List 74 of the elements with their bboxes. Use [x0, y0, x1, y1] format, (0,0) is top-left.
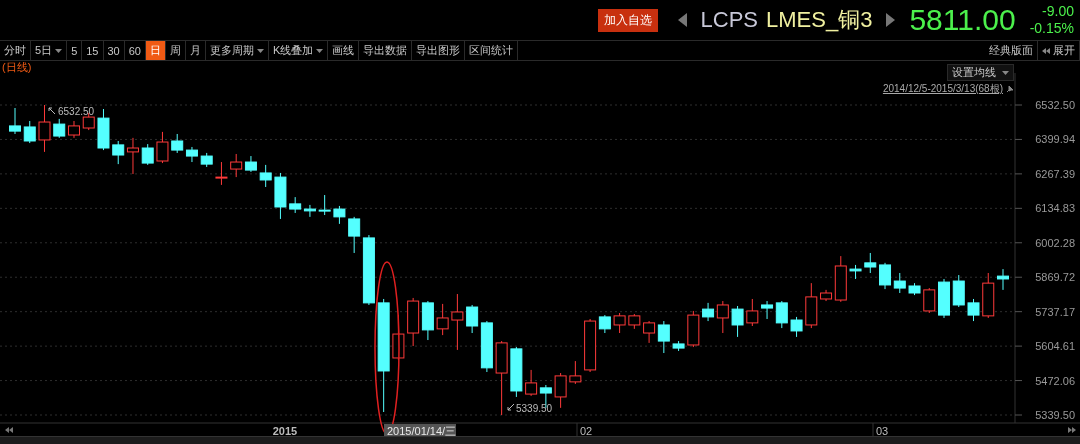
candlestick: [923, 287, 936, 314]
scroll-left-icon[interactable]: [5, 427, 13, 433]
candlestick: [997, 268, 1009, 291]
moving-average-button[interactable]: 设置均线: [947, 64, 1014, 81]
candlestick: [716, 300, 729, 334]
candlestick: [259, 164, 272, 188]
candlestick: [569, 360, 582, 385]
candlestick: [436, 303, 449, 336]
axis-label: 6002.28: [1035, 236, 1075, 249]
candlestick: [9, 107, 21, 135]
candlestick: [318, 194, 331, 216]
candlestick: [215, 161, 228, 186]
axis-label: 5339.50: [1035, 409, 1075, 421]
period-label: (日线): [1, 61, 32, 73]
candlestick: [348, 216, 361, 254]
low-price-marker: 5339.50: [516, 403, 553, 414]
double-arrow-icon: [1042, 47, 1050, 54]
candlestick: [230, 153, 243, 178]
candlestick: [23, 120, 36, 144]
candlestick: [702, 302, 715, 322]
candlestick: [525, 369, 538, 397]
candlestick: [864, 252, 877, 274]
arrow-icon: [48, 107, 56, 115]
candlestick: [451, 293, 464, 351]
candlestick: [893, 272, 906, 294]
add-to-watchlist-button[interactable]: 加入自选: [597, 8, 658, 32]
symbol-name: LMES_铜3: [766, 6, 873, 34]
candlestick: [112, 140, 125, 165]
candlestick: [746, 298, 759, 327]
axis-label: 5472.06: [1035, 374, 1075, 387]
price-change: -9.00: [1042, 3, 1074, 20]
symbol-code: LCPS: [700, 7, 759, 33]
candlestick: [156, 131, 169, 164]
candlestick: [171, 133, 184, 154]
candlestick: [952, 274, 965, 308]
candlestick: [126, 137, 139, 175]
caret-icon: [1002, 70, 1009, 75]
caret-icon: [257, 48, 264, 53]
candlestick: [790, 316, 803, 338]
candlestick: [775, 300, 788, 329]
arrow-icon: [507, 403, 515, 411]
date-range-link[interactable]: 2014/12/5-2015/3/13(68根): [882, 82, 1003, 96]
candlestick: [466, 304, 479, 334]
candlestick: [643, 320, 656, 344]
left-arrow-icon[interactable]: [677, 13, 687, 27]
right-arrow-icon[interactable]: [886, 13, 896, 27]
pin-icon[interactable]: [1006, 85, 1014, 93]
candlestick: [141, 143, 154, 166]
candlestick: [303, 204, 316, 218]
last-price: 5811.00: [909, 3, 1016, 37]
candlestick: [185, 146, 198, 163]
candlestick: [554, 372, 567, 409]
candlestick: [879, 262, 892, 290]
axis-label: 6532.50: [1035, 99, 1075, 111]
candlestick: [761, 300, 774, 320]
candlestick: [657, 320, 670, 354]
candlestick: [53, 118, 66, 139]
axis-label: 5737.17: [1035, 305, 1075, 318]
percent-change: -0.15%: [1029, 20, 1074, 37]
axis-label: 2015: [272, 425, 298, 437]
scroll-right-icon[interactable]: [1068, 427, 1076, 433]
candlestick: [613, 312, 626, 334]
axis-label: 6399.94: [1035, 133, 1075, 146]
high-price-marker: 6532.50: [58, 106, 95, 117]
axis-label: 5869.72: [1035, 271, 1075, 284]
candlestick: [967, 298, 980, 322]
candlestick: [731, 305, 744, 338]
caret-icon: [55, 48, 63, 53]
axis-label: 03: [876, 425, 889, 437]
axis-label: 6134.83: [1035, 202, 1075, 215]
axis-label: 6267.39: [1035, 167, 1075, 180]
axis-label: 5604.61: [1035, 340, 1075, 353]
axis-label: 02: [580, 425, 593, 437]
caret-icon: [316, 48, 324, 53]
